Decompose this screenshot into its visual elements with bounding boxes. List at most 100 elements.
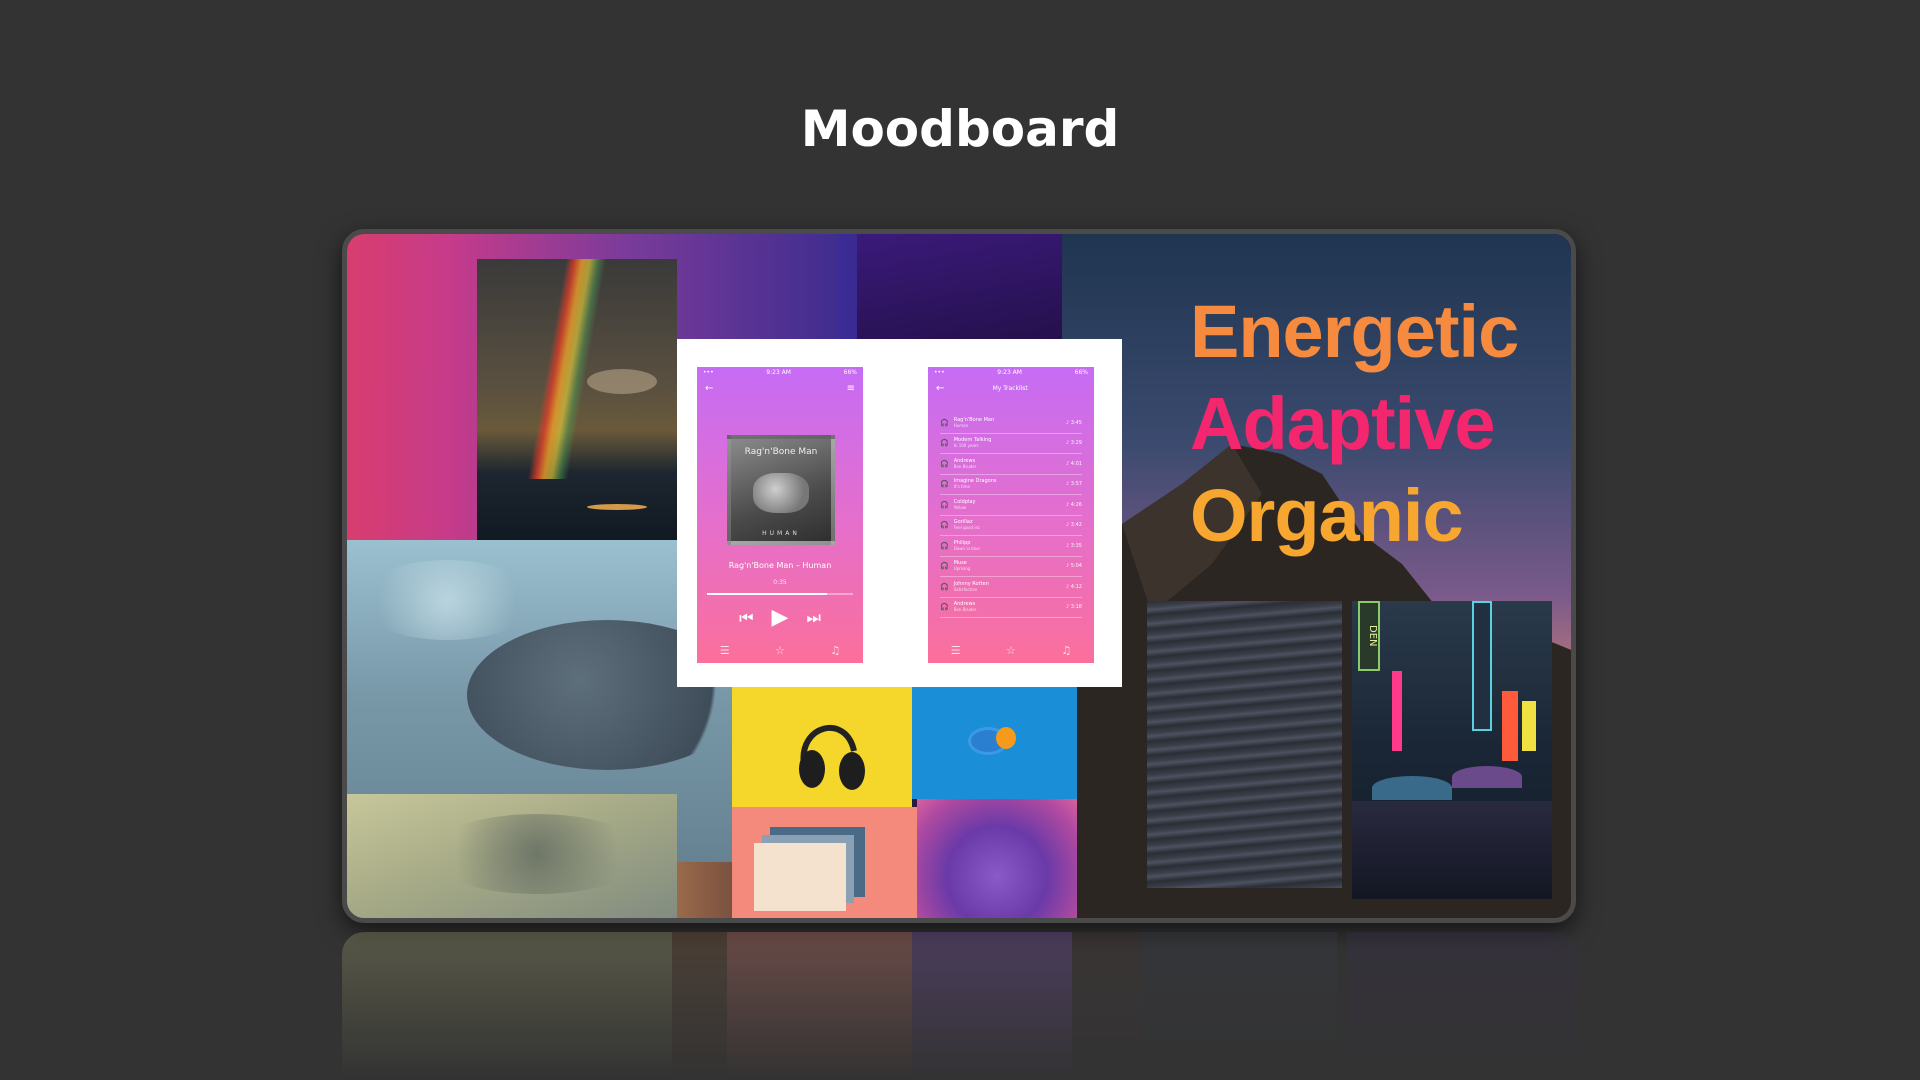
purple-smoke-photo [917,799,1077,918]
status-bar: ••• 9:23 AM 66% [928,367,1094,377]
track-duration: ♪ 3:35 [1065,542,1082,549]
reflection-strip [1072,932,1142,1080]
hands-artwork [753,473,809,513]
den-sign: DEN [1358,601,1380,671]
list-icon[interactable]: ☰ [951,644,961,657]
track-row[interactable]: 🎧 Johnny Rotten Satisfaction ♪ 4:12 [940,577,1082,598]
orange-half [996,727,1016,749]
tab-bar: ☰ ☆ ♫ [697,644,863,657]
reflection-strip [912,932,1072,1080]
ocean-waves-photo [1147,601,1342,888]
list-icon[interactable]: ☰ [720,644,730,657]
track-duration: ♪ 3:42 [1065,522,1082,529]
tracklist-nav: ← My Tracklist [928,377,1094,399]
album-title: Rag'n'Bone Man [744,447,818,457]
track-duration: ♪ 3:57 [1065,481,1082,488]
track-row[interactable]: 🎧 Coldplay Yellow ♪ 4:26 [940,495,1082,516]
star-icon[interactable]: ☆ [1006,644,1016,657]
app-mockup-panel: ••• 9:23 AM 66% ← ≡ Rag'n'Bone Man HUMAN… [677,339,1122,687]
reflection-strip [727,932,912,1080]
rainbow-sea-photo [477,259,677,544]
track-artist: Feel good inc [953,525,981,531]
page-title: Moodboard [800,100,1120,158]
track-row[interactable]: 🎧 Rag'n'Bone Man Human ♪ 3:45 [940,413,1082,434]
tab-bar: ☰ ☆ ♫ [928,644,1094,657]
yellow-clouds-photo [347,794,677,918]
reflection-strip [342,932,672,1080]
track-info: Muse Uprising [954,560,1061,572]
signal-icon: ••• [703,369,714,376]
play-icon[interactable]: ▶ [772,605,789,630]
track-row[interactable]: 🎧 Gorillaz Feel good inc ♪ 3:42 [940,516,1082,536]
track-info: Andrews Ben Bruder [954,458,1061,470]
track-info: Coldplay Yellow [954,499,1061,511]
next-icon[interactable]: ⏭ [806,608,820,628]
reflection-strip [1347,932,1576,1080]
cyan-neon-sign [1472,601,1492,731]
track-row[interactable]: 🎧 Andrews Ben Bruder ♪ 3:18 [940,598,1082,618]
track-artist: In 100 years [953,443,979,449]
track-duration: ♪ 3:29 [1065,440,1082,447]
album-subtitle: HUMAN [762,530,800,537]
track-info: Modern Talking In 100 years [954,437,1061,449]
headphones-icon: 🎧 [940,582,949,591]
playlist-icon[interactable]: ≡ [847,383,855,394]
track-duration: ♪ 4:01 [1065,460,1082,467]
headphones-icon: 🎧 [940,603,949,612]
track-row[interactable]: 🎧 Andrews Ben Bruder ♪ 4:01 [940,454,1082,475]
track-artist: It's time [953,484,970,490]
battery-level: 66% [843,369,857,376]
umbrella [1372,776,1452,800]
progress-bar[interactable] [707,593,853,595]
headphones-icon: 🎧 [940,459,949,468]
tracklist-screen: ••• 9:23 AM 66% ← My Tracklist 🎧 Rag'n'Bo… [928,367,1094,663]
headphones-icon: 🎧 [940,521,949,530]
keyword-energetic: Energetic [1190,290,1519,373]
song-time: 0:35 [773,579,787,586]
keyword-adaptive: Adaptive [1190,382,1496,465]
track-row[interactable]: 🎧 Philipp Dawn in blue ♪ 3:35 [940,536,1082,557]
bronze-panel [677,862,732,918]
player-controls: ⏮ ▶ ⏭ [697,605,863,630]
track-info: Andrews Ben Bruder [954,601,1061,613]
star-icon[interactable]: ☆ [775,644,785,657]
headphones-photo [732,687,912,807]
headphones-icon: 🎧 [940,541,949,550]
track-artist: Dawn in blue [953,545,980,551]
track-duration: ♪ 4:26 [1065,501,1082,508]
previous-icon[interactable]: ⏮ [739,608,753,628]
back-arrow-icon[interactable]: ← [936,383,944,394]
reflection-strip [672,932,727,1080]
track-artist: Yellow [953,504,967,510]
yellow-neon-sign [1522,701,1536,751]
headphones-icon: 🎧 [940,439,949,448]
headphones-icon: 🎧 [940,418,949,427]
light-cloud [357,560,537,640]
tracklist-title: My Tracklist [992,384,1028,392]
crowd [1352,801,1552,899]
paper-stack-photo [732,807,917,918]
progress-fill [707,593,827,595]
track-row[interactable]: 🎧 Muse Uprising ♪ 5:04 [940,557,1082,577]
track-duration: ♪ 5:04 [1065,563,1082,570]
music-note-icon[interactable]: ♫ [830,644,840,657]
player-nav: ← ≡ [697,377,863,399]
track-row[interactable]: 🎧 Modern Talking In 100 years ♪ 3:29 [940,434,1082,454]
track-duration: ♪ 3:18 [1065,604,1082,611]
status-time: 9:23 AM [766,369,791,376]
track-info: Imagine Dragons It's time [954,478,1061,490]
player-screen: ••• 9:23 AM 66% ← ≡ Rag'n'Bone Man HUMAN… [697,367,863,663]
cloud-glow [587,369,657,394]
headphones-icon: 🎧 [940,500,949,509]
back-arrow-icon[interactable]: ← [705,383,713,394]
track-row[interactable]: 🎧 Imagine Dragons It's time ♪ 3:57 [940,475,1082,495]
red-neon-sign [1502,691,1518,761]
track-artist: Human [953,422,969,428]
dark-violet-panel [857,234,1067,344]
grey-cloud [427,814,647,894]
cream-paper [754,843,846,911]
track-duration: ♪ 4:12 [1065,583,1082,590]
music-note-icon[interactable]: ♫ [1061,644,1071,657]
pink-neon-sign [1392,671,1402,751]
track-info: Rag'n'Bone Man Human [954,417,1061,429]
